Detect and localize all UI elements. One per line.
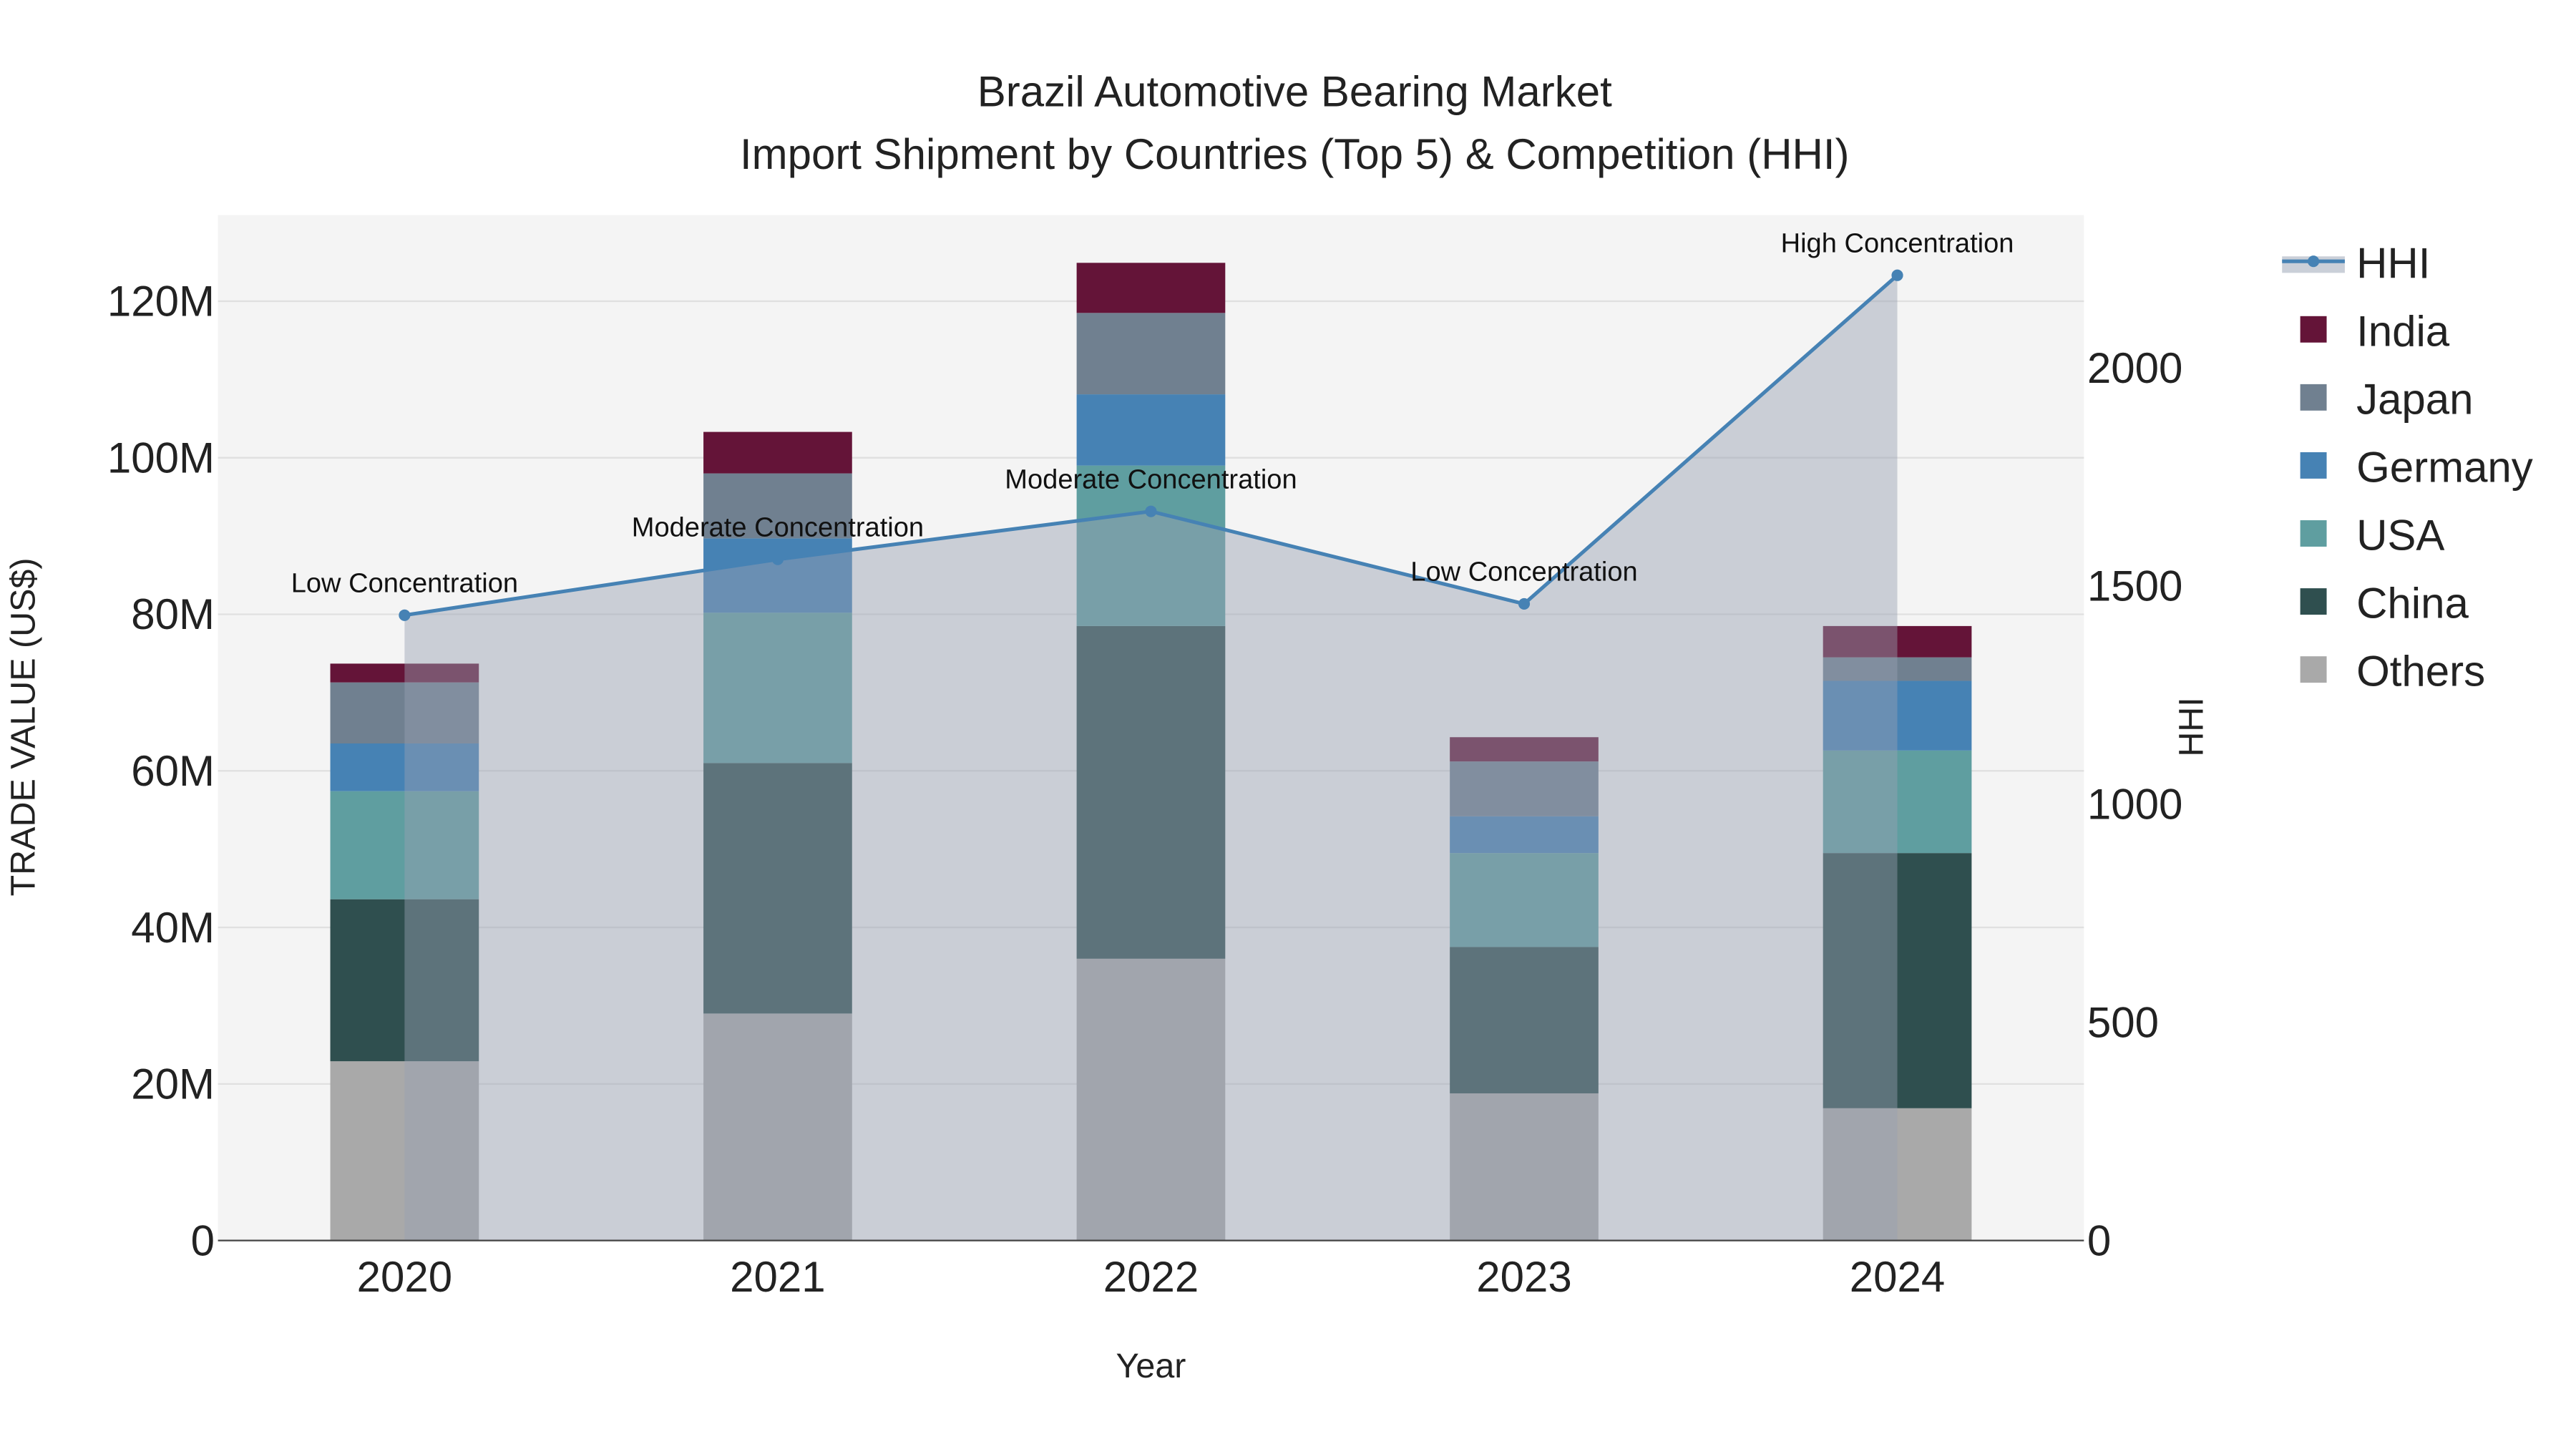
y2-tick-label: 500 [2087,999,2159,1047]
legend: HHI India Japan Germany USA China Others [2282,239,2533,696]
x-tick-label: 2022 [1103,1253,1199,1301]
legend-label-india: India [2356,307,2450,355]
bar-japan-2022 [1076,313,1226,395]
chart-title: Brazil Automotive Bearing Market [977,67,1612,115]
hhi-point-2022 [1145,505,1157,517]
chart: 0 20M 40M 60M 80M 100M 120M 0 500 1000 1500 2000 2… [4,67,2533,1385]
hhi-annotation: Moderate Concentration [1005,464,1297,494]
hhi-point-2023 [1518,597,1531,610]
y-tick-label: 100M [107,434,215,482]
hhi-annotation: Low Concentration [1410,557,1637,587]
x-tick-label: 2020 [357,1253,452,1301]
y-axis-label: TRADE VALUE (US$) [4,557,42,896]
bar-germany-2022 [1076,394,1226,466]
hhi-annotation: High Concentration [1781,228,2014,258]
y-tick-label: 80M [131,590,215,638]
legend-label-china: China [2356,580,2469,628]
hhi-point-2021 [771,553,784,565]
y-tick-label: 60M [131,747,215,795]
hhi-point-2024 [1891,269,1903,281]
x-tick-label: 2021 [730,1253,825,1301]
legend-label-germany: Germany [2356,444,2533,492]
x-axis-ticks: 2020 2021 2022 2023 2024 [357,1253,1946,1301]
y-tick-label: 20M [131,1060,215,1108]
y-axis-ticks: 0 20M 40M 60M 80M 100M 120M [107,278,215,1265]
y2-axis-ticks: 0 500 1000 1500 2000 [2087,344,2182,1265]
bar-india-2022 [1076,263,1226,313]
legend-swatch-japan [2300,384,2327,411]
y-tick-label: 40M [131,904,215,952]
legend-swatch-others [2300,656,2327,683]
bar-india-2021 [703,431,852,474]
hhi-annotation: Low Concentration [291,568,518,598]
x-tick-label: 2023 [1476,1253,1571,1301]
y-tick-label: 0 [191,1216,215,1264]
hhi-point-2020 [399,609,411,621]
chart-subtitle: Import Shipment by Countries (Top 5) & C… [740,130,1850,178]
legend-swatch-hhi-marker [2308,255,2320,268]
legend-swatch-usa [2300,520,2327,547]
legend-swatch-china [2300,588,2327,615]
legend-swatch-india [2300,316,2327,343]
x-tick-label: 2024 [1850,1253,1945,1301]
legend-label-usa: USA [2356,512,2444,560]
legend-swatch-germany [2300,452,2327,479]
y2-tick-label: 1500 [2087,562,2182,610]
y2-tick-label: 2000 [2087,344,2182,392]
y2-tick-label: 0 [2087,1216,2111,1264]
legend-label-hhi: HHI [2356,239,2430,287]
hhi-annotation: Moderate Concentration [632,512,924,542]
legend-label-japan: Japan [2356,375,2473,423]
y-tick-label: 120M [107,278,215,326]
y2-tick-label: 1000 [2087,781,2182,829]
y2-axis-label: HHI [2172,697,2210,756]
legend-label-others: Others [2356,648,2485,696]
x-axis-label: Year [1116,1347,1186,1385]
